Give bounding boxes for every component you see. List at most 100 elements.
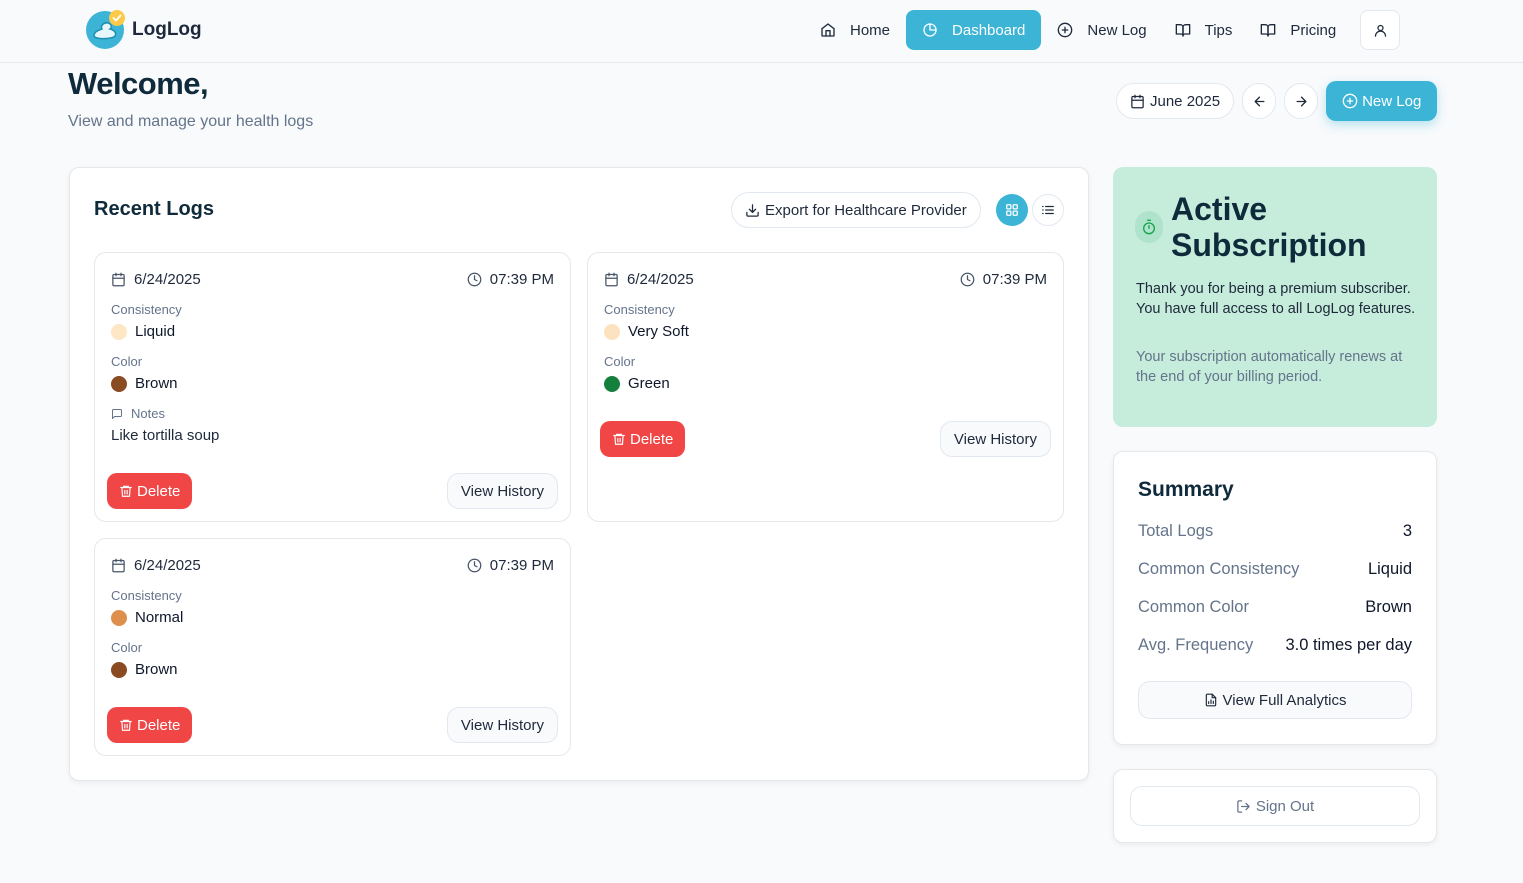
- color-swatch: [111, 375, 127, 392]
- calendar-icon: [604, 272, 619, 287]
- nav-dashboard-label: Dashboard: [952, 21, 1026, 39]
- user-icon: [1373, 23, 1388, 38]
- consistency-label: Consistency: [604, 302, 675, 317]
- delete-label: Delete: [137, 482, 181, 500]
- timer-icon: [1135, 211, 1163, 243]
- delete-button[interactable]: Delete: [107, 473, 193, 509]
- summary-value: Liquid: [1367, 560, 1412, 578]
- summary-value: 3.0 times per day: [1285, 636, 1412, 654]
- trash-icon: [119, 484, 133, 498]
- summary-row: Common Color Brown: [1138, 598, 1412, 617]
- view-history-button[interactable]: View History: [446, 473, 558, 509]
- delete-button[interactable]: Delete: [600, 421, 686, 457]
- color-text: Green: [628, 375, 670, 392]
- dashboard-icon: [922, 22, 938, 38]
- list-view-toggle[interactable]: [1032, 194, 1064, 226]
- calendar-icon: [1130, 94, 1145, 109]
- consistency-text: Liquid: [135, 323, 176, 340]
- sign-out-button[interactable]: Sign Out: [1130, 786, 1420, 826]
- notes-label: Notes: [111, 406, 165, 421]
- color-label: Color: [604, 354, 636, 369]
- color-swatch: [604, 375, 620, 392]
- home-icon: [820, 22, 836, 38]
- summary-label: Avg. Frequency: [1138, 636, 1254, 654]
- summary-value: 3: [1402, 522, 1412, 540]
- next-month-button[interactable]: [1284, 83, 1319, 119]
- download-icon: [745, 203, 760, 218]
- color-text: Brown: [135, 375, 178, 392]
- book-icon: [1260, 22, 1276, 38]
- view-history-button[interactable]: View History: [939, 421, 1051, 457]
- nav-new-log[interactable]: New Log: [1045, 10, 1158, 50]
- month-picker-button[interactable]: June 2025: [1116, 83, 1235, 119]
- page-title: Welcome,: [68, 66, 209, 101]
- delete-label: Delete: [630, 430, 674, 448]
- export-label: Export for Healthcare Provider: [765, 201, 967, 219]
- book-icon: [1175, 22, 1191, 38]
- log-card: 6/24/2025 07:39 PM Consistency Normal Co…: [94, 538, 571, 756]
- log-date-text: 6/24/2025: [134, 557, 201, 574]
- export-button[interactable]: Export for Healthcare Provider: [731, 192, 981, 228]
- arrow-right-icon: [1294, 94, 1309, 109]
- trash-icon: [119, 718, 133, 732]
- subscription-text: Thank you for being a premium subscriber…: [1136, 281, 1416, 317]
- log-date-text: 6/24/2025: [627, 271, 694, 288]
- log-time: 07:39 PM: [467, 271, 554, 288]
- sign-out-label: Sign Out: [1255, 797, 1315, 815]
- log-date: 6/24/2025: [604, 271, 694, 288]
- consistency-value: Very Soft: [604, 323, 689, 340]
- nav-home-label: Home: [850, 21, 891, 39]
- nav-home[interactable]: Home: [808, 10, 902, 50]
- subscription-card: Active Subscription Thank you for being …: [1113, 167, 1437, 427]
- summary-label: Total Logs: [1138, 522, 1214, 540]
- app-logo[interactable]: LogLog: [84, 10, 202, 50]
- trash-icon: [612, 432, 626, 446]
- log-date: 6/24/2025: [111, 271, 201, 288]
- log-date-text: 6/24/2025: [134, 271, 201, 288]
- clock-icon: [960, 272, 975, 287]
- message-icon: [111, 408, 123, 420]
- delete-button[interactable]: Delete: [107, 707, 193, 743]
- nav-tips-label: Tips: [1204, 21, 1233, 39]
- consistency-swatch: [111, 609, 127, 626]
- summary-label: Common Color: [1138, 598, 1249, 616]
- main-nav: Home Dashboard New Log Tips Pricing: [808, 10, 1401, 50]
- signout-card: Sign Out: [1113, 769, 1437, 843]
- view-history-button[interactable]: View History: [446, 707, 558, 743]
- log-time-text: 07:39 PM: [982, 271, 1047, 288]
- consistency-swatch: [604, 323, 620, 340]
- user-menu-button[interactable]: [1360, 10, 1401, 50]
- color-label: Color: [111, 354, 143, 369]
- subscription-title: Active Subscription: [1171, 191, 1367, 263]
- summary-label: Common Consistency: [1138, 560, 1300, 578]
- nav-new-log-label: New Log: [1087, 21, 1147, 39]
- previous-month-button[interactable]: [1242, 83, 1277, 119]
- consistency-label: Consistency: [111, 302, 182, 317]
- grid-view-toggle[interactable]: [996, 194, 1028, 226]
- file-chart-icon: [1204, 693, 1218, 707]
- page-subtitle: View and manage your health logs: [68, 113, 314, 130]
- calendar-icon: [111, 272, 126, 287]
- consistency-value: Liquid: [111, 323, 175, 340]
- clock-icon: [467, 558, 482, 573]
- consistency-text: Very Soft: [628, 323, 689, 340]
- consistency-text: Normal: [135, 609, 184, 626]
- summary-row: Common Consistency Liquid: [1138, 560, 1412, 579]
- summary-row: Avg. Frequency 3.0 times per day: [1138, 636, 1412, 655]
- nav-dashboard[interactable]: Dashboard: [906, 10, 1042, 50]
- month-label: June 2025: [1150, 92, 1221, 110]
- plus-circle-icon: [1342, 93, 1358, 109]
- arrow-left-icon: [1252, 94, 1267, 109]
- delete-label: Delete: [137, 716, 181, 734]
- nav-pricing[interactable]: Pricing: [1248, 10, 1348, 50]
- top-navigation-bar: LogLog Home Dashboard New Log Tips Prici…: [0, 0, 1523, 63]
- view-analytics-button[interactable]: View Full Analytics: [1138, 681, 1412, 719]
- log-card: 6/24/2025 07:39 PM Consistency Liquid Co…: [94, 252, 571, 522]
- nav-tips[interactable]: Tips: [1163, 10, 1245, 50]
- log-time: 07:39 PM: [467, 557, 554, 574]
- color-swatch: [111, 661, 127, 678]
- new-log-label: New Log: [1362, 92, 1422, 110]
- color-text: Brown: [135, 661, 178, 678]
- new-log-button[interactable]: New Log: [1326, 81, 1438, 121]
- grid-icon: [1005, 203, 1019, 217]
